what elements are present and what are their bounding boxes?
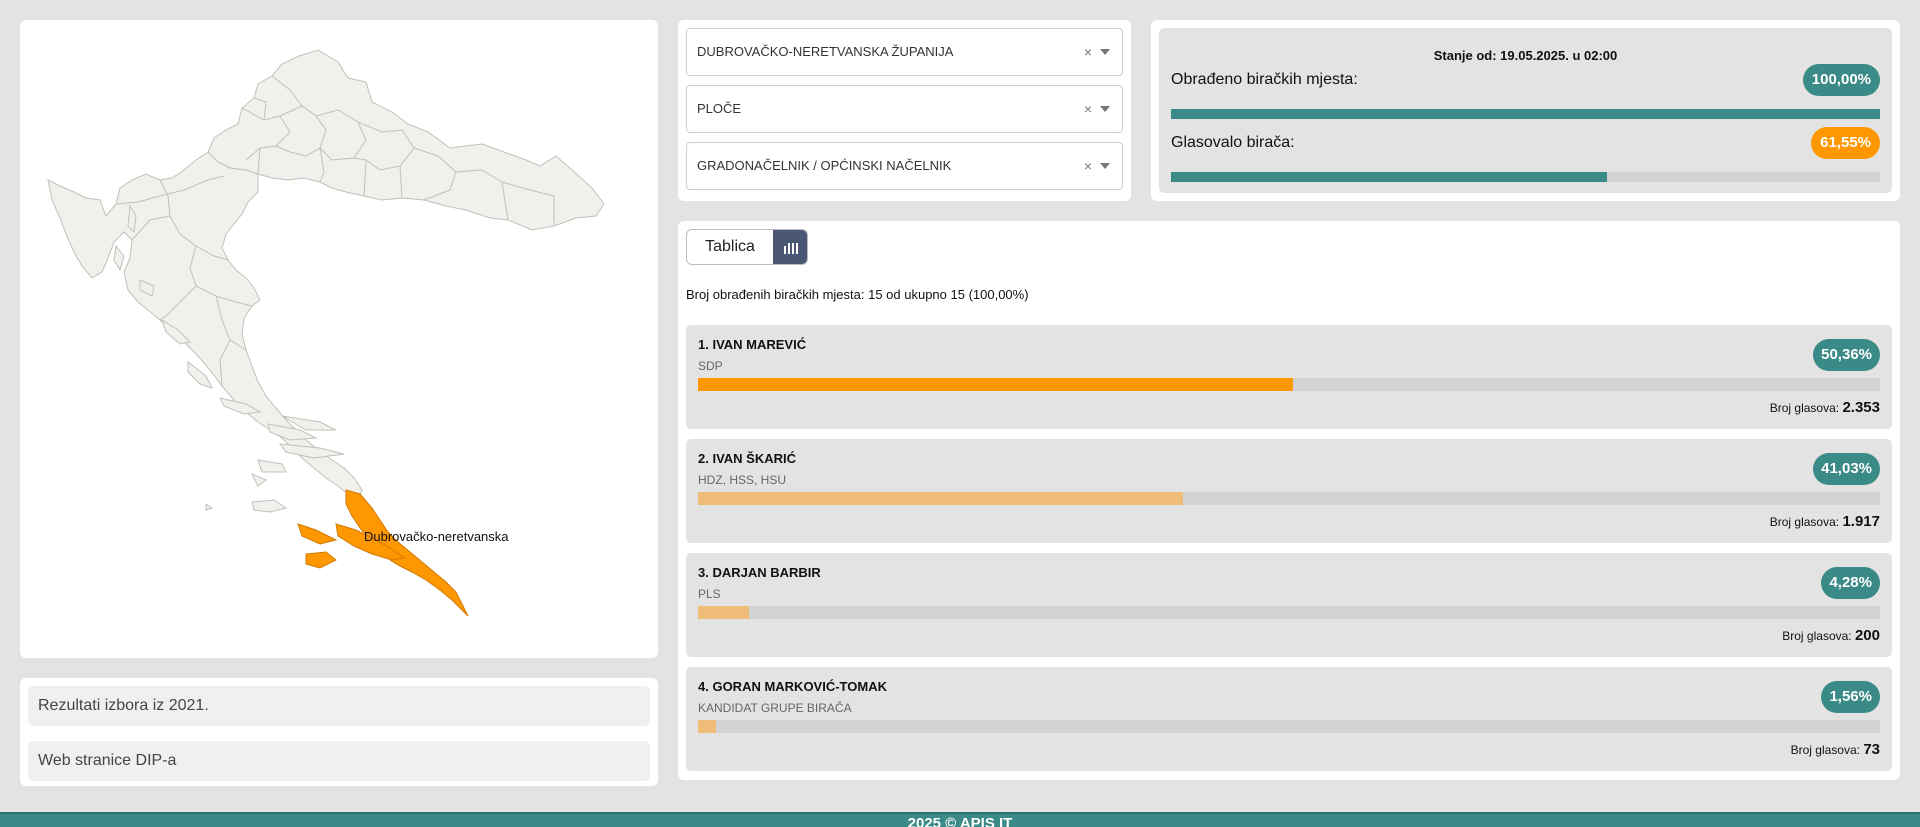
link-dip-website[interactable]: Web stranice DIP-a [28,741,650,781]
processed-progress-fill [1171,109,1880,119]
turnout-label: Glasovalo birača: [1171,134,1295,151]
candidate-progress-fill [698,378,1294,391]
clear-icon[interactable]: × [1084,29,1092,75]
candidate-percent-badge: 4,28% [1821,567,1880,599]
processed-progress-bar [1171,109,1880,119]
candidate-progress-bar [698,378,1880,391]
municipality-select-value: PLOČE [697,101,742,116]
candidate-name: 4. GORAN MARKOVIĆ-TOMAK [698,679,887,694]
turnout-percent-badge: 61,55% [1811,127,1880,159]
candidate-percent-badge: 50,36% [1813,339,1880,371]
clear-icon[interactable]: × [1084,143,1092,189]
candidate-votes: Broj glasova: 1.917 [1770,513,1880,530]
map-island-12 [250,473,267,487]
votes-value: 73 [1863,741,1880,758]
candidate-votes: Broj glasova: 73 [1791,741,1880,758]
candidate-percent-badge: 1,56% [1821,681,1880,713]
candidate-progress-bar [698,720,1880,733]
link-results-2021[interactable]: Rezultati izbora iz 2021. [28,686,650,726]
candidate-name: 2. IVAN ŠKARIĆ [698,451,796,466]
map-region-selected[interactable] [345,489,469,617]
counted-stations-text: Broj obrađenih biračkih mjesta: 15 od uk… [686,287,1029,302]
map-panel: Dubrovačko-neretvanska [20,20,658,658]
election-type-select-value: GRADONAČELNIK / OPĆINSKI NAČELNIK [697,158,952,173]
candidate-progress-bar [698,606,1880,619]
candidate-progress-fill [698,606,749,619]
votes-label: Broj glasova: [1769,515,1840,529]
clear-icon[interactable]: × [1084,86,1092,132]
candidate-party: SDP [698,359,723,373]
links-panel: Rezultati izbora iz 2021. Web stranice D… [20,678,658,786]
map-island-11 [251,499,288,513]
candidate-card: 1. IVAN MAREVIĆ SDP 50,36% Broj glasova:… [686,325,1892,429]
map-island-selected-3[interactable] [305,551,337,569]
votes-value: 1.917 [1842,513,1880,530]
turnout-progress-bar [1171,172,1880,182]
map-island-2 [113,244,125,272]
candidate-progress-fill [698,492,1183,505]
candidate-party: PLS [698,587,721,601]
turnout-progress-fill [1171,172,1608,182]
candidate-card: 2. IVAN ŠKARIĆ HDZ, HSS, HSU 41,03% Broj… [686,439,1892,543]
processed-label: Obrađeno biračkih mjesta: [1171,71,1358,88]
map-island-13 [205,503,214,511]
table-view-button[interactable]: Tablica [687,230,773,264]
votes-label: Broj glasova: [1769,401,1840,415]
votes-label: Broj glasova: [1782,629,1852,643]
county-select[interactable]: DUBROVAČKO-NERETVANSKA ŽUPANIJA × [686,28,1123,76]
chart-view-button[interactable] [773,230,807,264]
results-panel: Tablica Broj obrađenih biračkih mjesta: … [678,221,1900,780]
candidate-card: 4. GORAN MARKOVIĆ-TOMAK KANDIDAT GRUPE B… [686,667,1892,771]
croatia-map[interactable]: Dubrovačko-neretvanska [20,20,658,658]
status-panel: Stanje od: 19.05.2025. u 02:00 Obrađeno … [1151,20,1900,201]
candidate-percent-badge: 41,03% [1813,453,1880,485]
view-toggle: Tablica [686,229,808,265]
map-region-north[interactable] [207,49,605,231]
candidate-card: 3. DARJAN BARBIR PLS 4,28% Broj glasova:… [686,553,1892,657]
map-island-9 [257,459,287,473]
status-date: Stanje od: 19.05.2025. u 02:00 [1433,48,1618,63]
municipality-select[interactable]: PLOČE × [686,85,1123,133]
votes-value: 200 [1854,627,1880,644]
candidate-votes: Broj glasova: 200 [1782,627,1880,644]
chevron-down-icon[interactable] [1100,49,1110,55]
candidate-votes: Broj glasova: 2.353 [1770,399,1880,416]
candidate-name: 3. DARJAN BARBIR [698,565,821,580]
map-island-selected-2[interactable] [297,523,338,545]
filter-panel: DUBROVAČKO-NERETVANSKA ŽUPANIJA × PLOČE … [678,20,1131,201]
candidate-party: KANDIDAT GRUPE BIRAČA [698,701,852,715]
county-select-value: DUBROVAČKO-NERETVANSKA ŽUPANIJA [697,44,954,59]
candidate-progress-bar [698,492,1880,505]
chevron-down-icon[interactable] [1100,106,1110,112]
election-type-select[interactable]: GRADONAČELNIK / OPĆINSKI NAČELNIK × [686,142,1123,190]
map-region-label: Dubrovačko-neretvanska [364,529,509,544]
processed-percent-badge: 100,00% [1802,64,1880,96]
votes-label: Broj glasova: [1790,743,1860,757]
chevron-down-icon[interactable] [1100,163,1110,169]
footer: 2025 © APIS IT [0,812,1920,827]
candidate-name: 1. IVAN MAREVIĆ [698,337,807,352]
status-box: Stanje od: 19.05.2025. u 02:00 Obrađeno … [1159,28,1892,193]
candidate-party: HDZ, HSS, HSU [698,473,787,487]
votes-value: 2.353 [1842,399,1880,416]
candidate-progress-fill [698,720,717,733]
